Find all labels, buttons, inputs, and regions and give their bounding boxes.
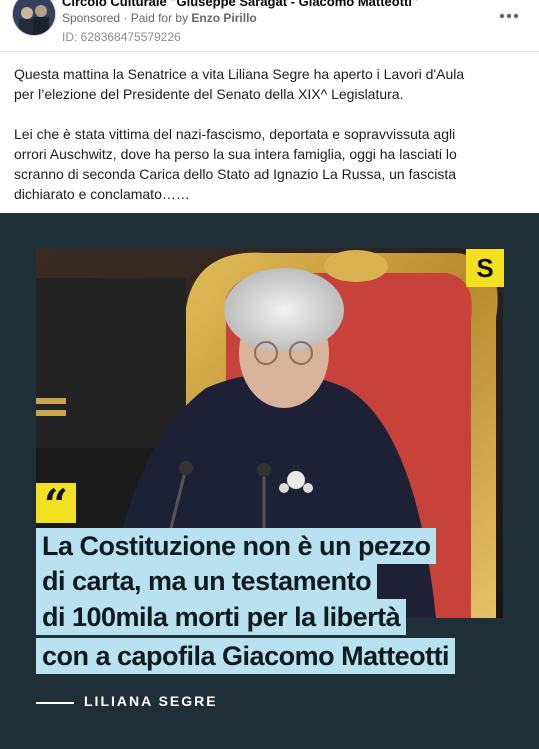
quote-mark-icon: “: [36, 483, 76, 527]
quote-line-1: La Costituzione non è un pezzo: [36, 528, 437, 564]
ad-image[interactable]: S “ La Costituzione non è un pezzo di ca…: [0, 213, 539, 749]
post-header: Circolo Culturale "Giuseppe Saragat - Gi…: [0, 0, 539, 52]
page-avatar[interactable]: [12, 0, 56, 36]
brand-logo: S: [466, 249, 504, 287]
ad-id: ID: 628368475579226: [62, 30, 181, 44]
quote-author: LILIANA SEGRE: [84, 693, 218, 709]
paid-for-prefix: Paid for by: [130, 11, 192, 25]
post-paragraph-1: Questa mattina la Senatrice a vita Lilia…: [14, 66, 465, 102]
more-horizontal-icon: [499, 13, 519, 19]
sponsored-label: Sponsored: [62, 11, 121, 25]
meta-separator: ·: [120, 11, 131, 25]
quote-line-2: di carta, ma un testamento: [36, 563, 378, 599]
sponsored-meta: Sponsored · Paid for by Enzo Pirillo: [62, 11, 257, 25]
more-options-button[interactable]: [497, 6, 521, 26]
post-paragraph-2: Lei che è stata vittima del nazi-fascism…: [14, 126, 457, 202]
quote-line-3: di 100mila morti per la libertà: [36, 599, 407, 635]
author-divider: [36, 702, 74, 704]
payer-name[interactable]: Enzo Pirillo: [191, 11, 256, 25]
post-body-text: Questa mattina la Senatrice a vita Lilia…: [14, 64, 484, 224]
page-name[interactable]: Circolo Culturale "Giuseppe Saragat - Gi…: [62, 0, 418, 9]
quote-line-4: con a capofila Giacomo Matteotti: [36, 638, 456, 674]
